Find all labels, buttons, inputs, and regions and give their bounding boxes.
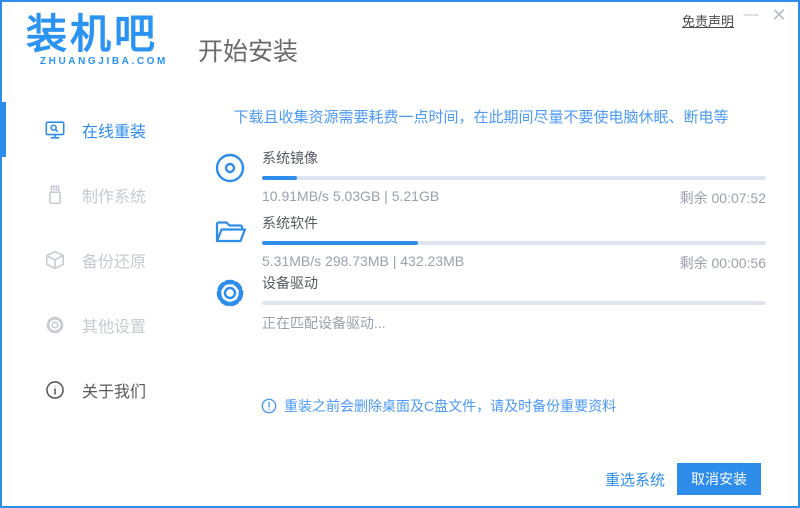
app-window: 装机吧 ZHUANGJIBA.COM 开始安装 免责声明 — ✕ 在线重装 制作… xyxy=(0,0,800,508)
backup-note-text: 重装之前会删除桌面及C盘文件，请及时备份重要资料 xyxy=(284,398,617,414)
sidebar-item-backup-restore[interactable]: 备份还原 xyxy=(2,227,192,292)
close-icon[interactable]: ✕ xyxy=(768,4,790,26)
task-name: 系统软件 xyxy=(262,215,318,231)
task-name: 系统镜像 xyxy=(262,150,318,166)
backup-note: 重装之前会删除桌面及C盘文件，请及时备份重要资料 xyxy=(261,396,616,416)
task-remaining: 剩余 00:07:52 xyxy=(679,190,766,206)
sidebar-item-about-us[interactable]: 关于我们 xyxy=(2,357,192,422)
download-warning-text: 下载且收集资源需要耗费一点时间，在此期间尽量不要使电脑休眠、断电等 xyxy=(233,109,729,126)
sidebar-item-label: 制作系统 xyxy=(82,188,147,206)
sidebar-item-label: 关于我们 xyxy=(82,383,147,401)
progress-fill xyxy=(262,176,298,180)
disclaimer-link[interactable]: 免责声明 xyxy=(682,11,734,30)
info-icon xyxy=(44,379,66,401)
task-status: 正在匹配设备驱动... xyxy=(262,315,386,331)
sidebar: 在线重装 制作系统 备份还原 其他设置 关于我们 xyxy=(2,97,192,422)
logo-domain-text: ZHUANGJIBA.COM xyxy=(39,56,168,67)
gear-icon xyxy=(44,314,66,336)
app-logo: 装机吧 ZHUANGJIBA.COM xyxy=(26,10,168,67)
task-row-system-image: 系统镜像 10.91MB/s 5.03GB | 5.21GB 剩余 00:07:… xyxy=(212,148,766,208)
backup-box-icon xyxy=(44,249,66,271)
progress-fill xyxy=(262,241,419,245)
sidebar-item-label: 在线重装 xyxy=(82,123,147,141)
usb-drive-icon xyxy=(44,184,66,206)
progress-bar xyxy=(262,241,766,245)
sidebar-item-other-settings[interactable]: 其他设置 xyxy=(2,292,192,357)
sidebar-item-label: 其他设置 xyxy=(82,318,147,336)
sidebar-item-online-reinstall[interactable]: 在线重装 xyxy=(2,97,192,162)
disc-icon xyxy=(212,150,248,186)
task-name: 设备驱动 xyxy=(262,275,318,291)
sidebar-item-label: 备份还原 xyxy=(82,253,147,271)
task-remaining: 剩余 00:00:56 xyxy=(679,255,766,271)
progress-bar xyxy=(262,176,766,180)
progress-bar xyxy=(262,301,766,305)
task-row-device-driver: 设备驱动 正在匹配设备驱动... xyxy=(212,273,766,333)
cancel-install-button[interactable]: 取消安装 xyxy=(677,463,761,495)
logo-brand-text: 装机吧 xyxy=(26,11,158,57)
task-row-system-software: 系统软件 5.31MB/s 298.73MB | 432.23MB 剩余 00:… xyxy=(212,213,766,273)
sidebar-item-make-system[interactable]: 制作系统 xyxy=(2,162,192,227)
minimize-icon[interactable]: — xyxy=(740,4,762,26)
active-indicator xyxy=(2,102,6,157)
reselect-system-button[interactable]: 重选系统 xyxy=(605,469,665,490)
exclamation-circle-icon xyxy=(261,398,277,414)
task-stats: 10.91MB/s 5.03GB | 5.21GB xyxy=(262,188,440,204)
task-stats: 5.31MB/s 298.73MB | 432.23MB xyxy=(262,253,465,269)
folder-icon xyxy=(212,215,248,251)
monitor-reinstall-icon xyxy=(44,119,66,141)
page-title: 开始安装 xyxy=(198,38,299,66)
gear-icon xyxy=(212,275,248,311)
